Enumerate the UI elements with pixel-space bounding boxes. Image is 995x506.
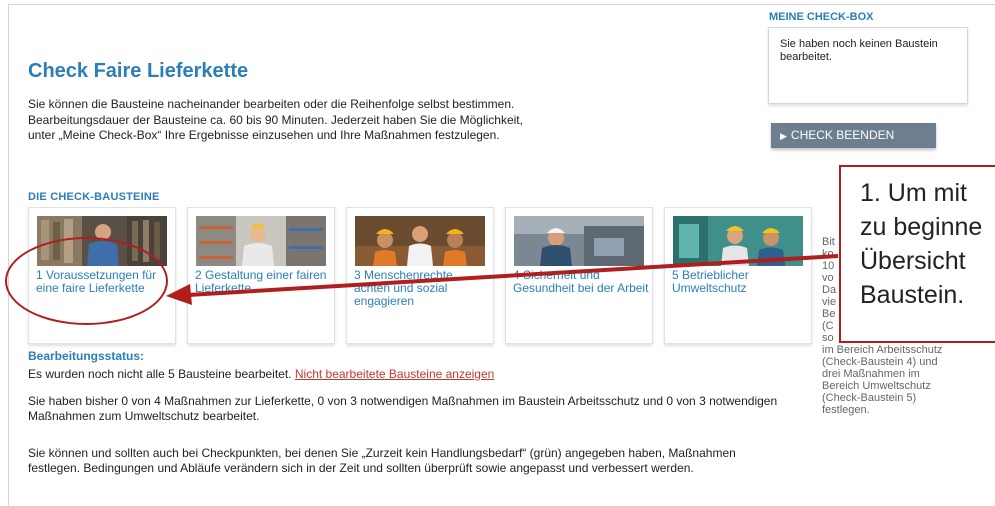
annotation-circle xyxy=(5,237,168,325)
